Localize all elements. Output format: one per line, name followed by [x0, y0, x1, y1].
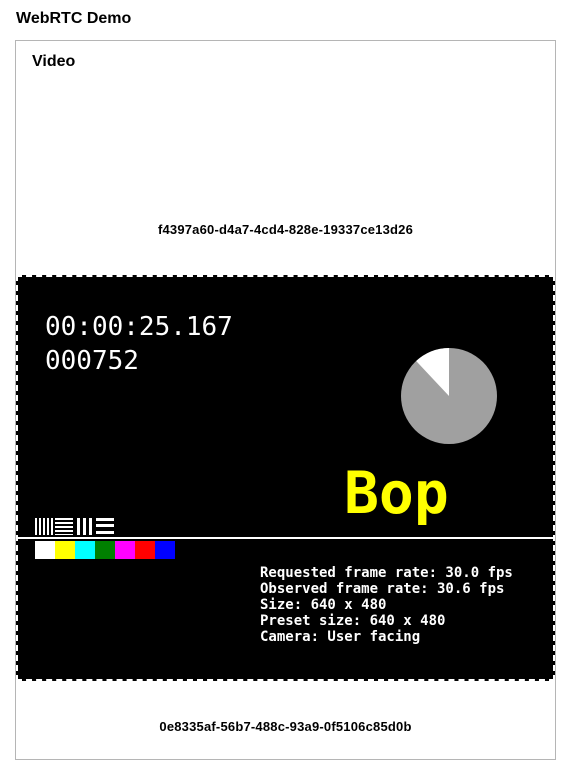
label-word-text: Bop [344, 459, 449, 527]
stat-line: Preset size: 640 x 480 [260, 613, 445, 629]
video-panel: Video f4397a60-d4a7-4cd4-828e-19337ce13d… [15, 40, 556, 760]
stat-line: Requested frame rate: 30.0 fps [260, 565, 513, 581]
stat-line: Observed frame rate: 30.6 fps [260, 581, 504, 597]
color-bar [135, 541, 155, 559]
stream-id-label: f4397a60-d4a7-4cd4-828e-19337ce13d26 [157, 222, 414, 237]
stat-line: Size: 640 x 480 [260, 597, 386, 613]
test-pattern-frame: 00:00:25.167 000752 Bop Requested frame … [18, 312, 553, 645]
frame-number-text: 000752 [45, 346, 139, 376]
color-bar [115, 541, 135, 559]
color-bar [95, 541, 115, 559]
color-bar [55, 541, 75, 559]
color-bar-strip [35, 541, 175, 559]
resolution-test-bars [35, 518, 114, 535]
stream-id-label: 0e8335af-56b7-488c-93a9-0f5106c85d0b [159, 719, 412, 734]
color-bar [75, 541, 95, 559]
app-title: WebRTC Demo [16, 10, 132, 27]
stat-line: Camera: User facing [260, 629, 420, 645]
color-bar [35, 541, 55, 559]
video-stream-tile[interactable]: 00:00:25.167 000752 Bop Requested frame … [16, 275, 555, 681]
stats-overlay: Requested frame rate: 30.0 fps Observed … [260, 565, 513, 645]
color-bar [155, 541, 175, 559]
timecode-text: 00:00:25.167 [45, 312, 233, 342]
panel-title: Video [32, 53, 76, 70]
